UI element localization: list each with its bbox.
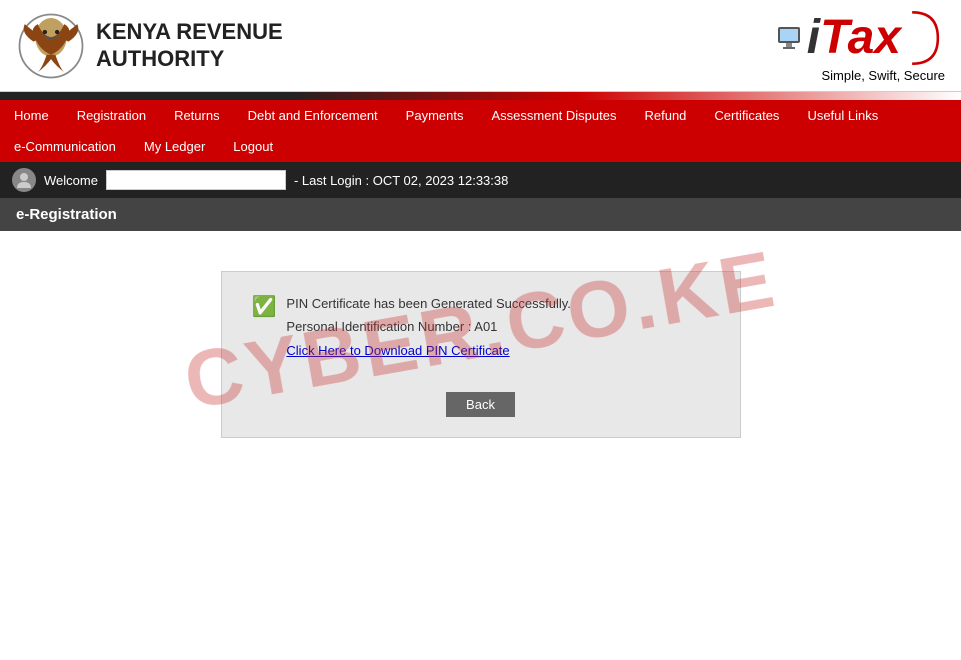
kra-name-line2: Authority [96,46,283,72]
nav-bar: Home Registration Returns Debt and Enfor… [0,100,961,162]
nav-assessment[interactable]: Assessment Disputes [477,100,630,131]
header: Kenya Revenue Authority iTax Simple, Swi… [0,0,961,92]
username-input[interactable] [106,170,286,190]
kra-eagle-icon [16,11,86,81]
success-text: PIN Certificate has been Generated Succe… [286,292,570,362]
nav-debt[interactable]: Debt and Enforcement [234,100,392,131]
nav-home[interactable]: Home [0,100,63,131]
itax-i: i [807,11,820,64]
nav-payments[interactable]: Payments [392,100,478,131]
check-icon: ✅ [252,294,277,319]
nav-registration[interactable]: Registration [63,100,160,131]
page-title: e-Registration [16,206,117,223]
success-line1: PIN Certificate has been Generated Succe… [286,292,570,315]
nav-ledger[interactable]: My Ledger [130,131,219,162]
nav-refund[interactable]: Refund [630,100,700,131]
nav-useful-links[interactable]: Useful Links [793,100,892,131]
success-row: ✅ PIN Certificate has been Generated Suc… [252,292,710,362]
itax-tagline: Simple, Swift, Secure [821,68,945,83]
welcome-label: Welcome [44,173,98,188]
itax-logo: iTax Simple, Swift, Secure [775,8,945,83]
back-button[interactable]: Back [446,392,515,417]
nav-returns[interactable]: Returns [160,100,234,131]
nav-e-comm[interactable]: e-Communication [0,131,130,162]
user-icon [12,168,36,192]
computer-icon [775,24,803,52]
user-avatar-icon [15,171,33,189]
kra-logo: Kenya Revenue Authority [16,11,283,81]
nav-certificates[interactable]: Certificates [700,100,793,131]
content-area: ✅ PIN Certificate has been Generated Suc… [0,231,961,478]
nav-logout[interactable]: Logout [219,131,287,162]
itax-decoration-icon [905,8,945,68]
kra-name-line1: Kenya Revenue [96,19,283,45]
itax-tax: Tax [820,11,901,64]
itax-logo-row: iTax [775,8,945,68]
welcome-bar: Welcome - Last Login : OCT 02, 2023 12:3… [0,162,961,198]
red-stripe [0,92,961,100]
last-login-text: - Last Login : OCT 02, 2023 12:33:38 [294,173,508,188]
page-title-bar: e-Registration [0,198,961,231]
success-container: ✅ PIN Certificate has been Generated Suc… [221,271,741,438]
success-line3[interactable]: Click Here to Download PIN Certificate [286,339,570,362]
kra-name: Kenya Revenue Authority [96,19,283,72]
success-line2: Personal Identification Number : A01 [286,315,570,338]
